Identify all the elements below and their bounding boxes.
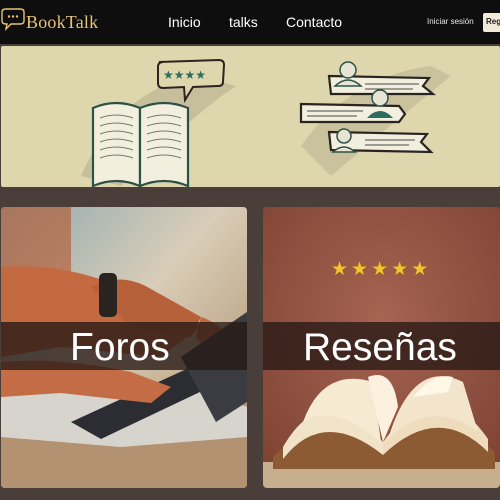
hero-banner: ★★★★ xyxy=(1,46,500,187)
hero-illustration: ★★★★ xyxy=(81,58,451,187)
nav-link-inicio[interactable]: Inicio xyxy=(168,14,201,30)
top-navbar: BookTalk Inicio talks Contacto Iniciar s… xyxy=(0,0,500,44)
brand-name: BookTalk xyxy=(26,11,99,32)
login-link[interactable]: Iniciar sesión xyxy=(427,17,474,26)
register-button[interactable]: Reg xyxy=(483,13,500,32)
star-icon: ★ xyxy=(351,259,369,280)
svg-text:★★★★: ★★★★ xyxy=(163,68,206,82)
star-icon: ★ xyxy=(391,259,409,280)
resenas-label: Reseñas xyxy=(303,326,457,369)
star-icon: ★ xyxy=(371,259,389,280)
five-star-rating: ★ ★ ★ ★ ★ xyxy=(331,260,428,279)
foros-label: Foros xyxy=(70,326,170,369)
brand-logo[interactable]: BookTalk xyxy=(0,8,98,36)
nav-link-talks[interactable]: talks xyxy=(229,14,258,30)
star-icon: ★ xyxy=(331,259,349,280)
open-book-icon xyxy=(91,101,190,187)
speech-bubble-logo-icon xyxy=(1,8,25,32)
star-icon: ★ xyxy=(411,259,429,280)
nav-link-contacto[interactable]: Contacto xyxy=(286,14,342,30)
